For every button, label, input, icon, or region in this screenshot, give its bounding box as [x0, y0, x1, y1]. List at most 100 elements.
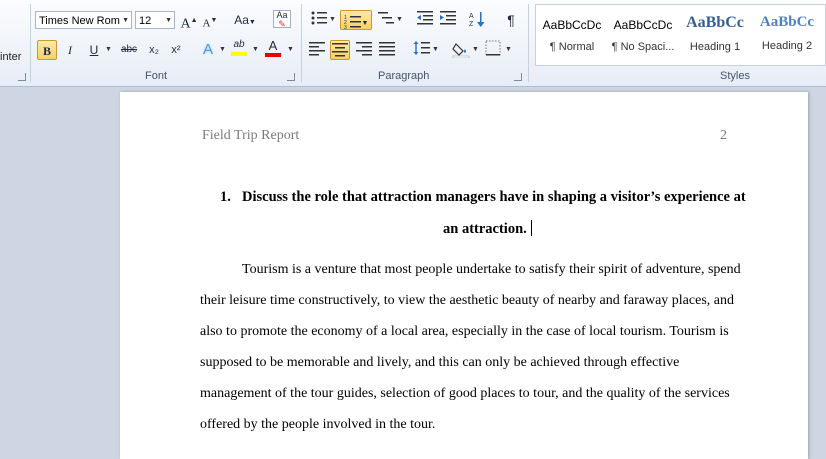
style-name: Heading 1: [689, 41, 741, 53]
highlight-button[interactable]: ab: [229, 38, 249, 58]
superscript-button[interactable]: x²: [166, 40, 186, 60]
body-line: Tourism is a venture that most people un…: [242, 262, 741, 277]
style-sample: AaBbCc: [686, 14, 744, 31]
numbering-button[interactable]: 1 2 3 ▼: [340, 10, 372, 31]
body-line: supposed to be memorable and lively, and…: [200, 355, 680, 370]
multilevel-list-button[interactable]: [376, 10, 396, 30]
text-effects-button[interactable]: A: [198, 40, 218, 60]
chevron-down-icon[interactable]: ▼: [472, 46, 479, 53]
heading-line-2-text: an attraction.: [443, 221, 527, 237]
clear-formatting-button[interactable]: Aa ✎: [273, 10, 291, 29]
font-name-combo[interactable]: Times New Rom ▼: [35, 11, 132, 29]
grow-font-icon: A: [180, 16, 191, 32]
underline-button[interactable]: U: [84, 40, 104, 60]
document-page[interactable]: Field Trip Report 2 1. Discuss the role …: [120, 92, 808, 459]
font-dialog-launcher[interactable]: [287, 73, 295, 81]
style-heading-2[interactable]: AaBbCc Heading 2: [752, 8, 822, 64]
style-sample: AaBbCcDc: [542, 18, 602, 32]
font-color-icon: A: [268, 38, 278, 53]
chevron-down-icon[interactable]: ▼: [432, 46, 439, 53]
sort-button[interactable]: AZ: [468, 10, 488, 30]
svg-text:A: A: [469, 13, 474, 20]
justify-button[interactable]: [377, 40, 397, 60]
style-name: ¶ No Spaci...: [611, 41, 675, 53]
heading-line-2: an attraction.: [443, 220, 532, 238]
line-spacing-button[interactable]: [412, 40, 432, 60]
subscript-icon: x₂: [149, 44, 159, 56]
chevron-down-icon[interactable]: ▼: [396, 16, 403, 23]
heading-number: 1.: [220, 189, 231, 205]
subscript-button[interactable]: x₂: [144, 40, 164, 60]
svg-text:3: 3: [344, 25, 347, 30]
body-line: also to promote the economy of a local a…: [200, 324, 729, 339]
highlight-color-swatch: [231, 52, 247, 56]
chevron-down-icon[interactable]: ▼: [252, 46, 259, 53]
style-sample: AaBbCcDc: [613, 18, 673, 32]
font-color-swatch: [265, 53, 281, 57]
chevron-down-icon[interactable]: ▼: [165, 12, 172, 30]
font-size-value: 12: [139, 15, 152, 27]
line-spacing-icon: [413, 41, 430, 55]
paragraph-group-label: Paragraph: [378, 70, 430, 82]
body-line: offered by the people involved in the to…: [200, 417, 436, 432]
shrink-font-icon: A: [202, 17, 211, 30]
body-line: their leisure time constructively, to vi…: [200, 293, 734, 308]
borders-button[interactable]: [483, 40, 503, 60]
decrease-indent-button[interactable]: [415, 10, 435, 30]
chevron-down-icon[interactable]: ▼: [329, 16, 336, 23]
numbering-icon: 123: [344, 15, 361, 31]
change-case-button[interactable]: Aa▼: [232, 10, 258, 30]
align-left-button[interactable]: [307, 40, 327, 60]
bullets-button[interactable]: [309, 10, 329, 30]
borders-icon: [485, 40, 501, 56]
change-case-icon: Aa: [234, 13, 249, 27]
strikethrough-button[interactable]: abc: [116, 40, 142, 60]
superscript-icon: x²: [171, 44, 181, 56]
font-color-button[interactable]: A: [263, 38, 283, 58]
italic-button[interactable]: I: [60, 40, 80, 60]
bold-icon: B: [42, 44, 51, 58]
decrease-indent-icon: [417, 11, 433, 25]
style-normal[interactable]: AaBbCcDc ¶ Normal: [537, 8, 607, 64]
style-heading-1[interactable]: AaBbCc Heading 1: [680, 8, 750, 64]
highlight-icon: ab: [233, 39, 245, 50]
text-cursor: [530, 220, 532, 236]
style-no-spacing[interactable]: AaBbCcDc ¶ No Spaci...: [608, 8, 678, 64]
chevron-down-icon[interactable]: ▼: [122, 12, 129, 30]
chevron-down-icon[interactable]: ▼: [219, 46, 226, 53]
bold-button[interactable]: B: [37, 40, 57, 60]
group-separator: [528, 4, 529, 82]
clipboard-launcher[interactable]: [18, 73, 26, 81]
underline-icon: U: [89, 43, 99, 57]
chevron-down-icon[interactable]: ▼: [505, 46, 512, 53]
align-left-icon: [309, 42, 325, 56]
style-name: Heading 2: [761, 40, 813, 52]
text-effects-icon: A: [202, 41, 213, 58]
align-center-button[interactable]: [330, 40, 350, 60]
font-size-combo[interactable]: 12 ▼: [135, 11, 175, 29]
header-title: Field Trip Report: [202, 128, 300, 143]
chevron-down-icon[interactable]: ▼: [105, 46, 112, 53]
grow-font-button[interactable]: A▲: [179, 10, 199, 32]
increase-indent-button[interactable]: [438, 10, 458, 30]
header-page-number: 2: [720, 128, 727, 143]
chevron-down-icon[interactable]: ▼: [287, 46, 294, 53]
style-name: ¶ Normal: [549, 41, 595, 53]
body-line: management of the tour guides, selection…: [200, 386, 730, 401]
italic-icon: I: [68, 43, 72, 57]
show-formatting-marks-button[interactable]: ¶: [501, 10, 521, 30]
paint-bucket-icon: [452, 43, 470, 59]
shrink-font-button[interactable]: A▼: [200, 10, 220, 30]
format-painter-label[interactable]: inter: [0, 51, 21, 63]
font-group-label: Font: [145, 70, 168, 82]
shading-button[interactable]: [451, 40, 471, 60]
svg-text:Z: Z: [469, 21, 474, 28]
font-name-value: Times New Rom: [39, 15, 120, 27]
ribbon: inter Times New Rom ▼ 12 ▼ A▲ A▼ Aa▼ Aa ✎…: [0, 0, 826, 87]
sort-icon: AZ: [469, 12, 485, 28]
styles-group-label: Styles: [720, 70, 750, 82]
bullets-icon: [311, 11, 327, 25]
align-right-button[interactable]: [354, 40, 374, 60]
paragraph-dialog-launcher[interactable]: [514, 73, 522, 81]
align-center-icon: [332, 43, 348, 57]
